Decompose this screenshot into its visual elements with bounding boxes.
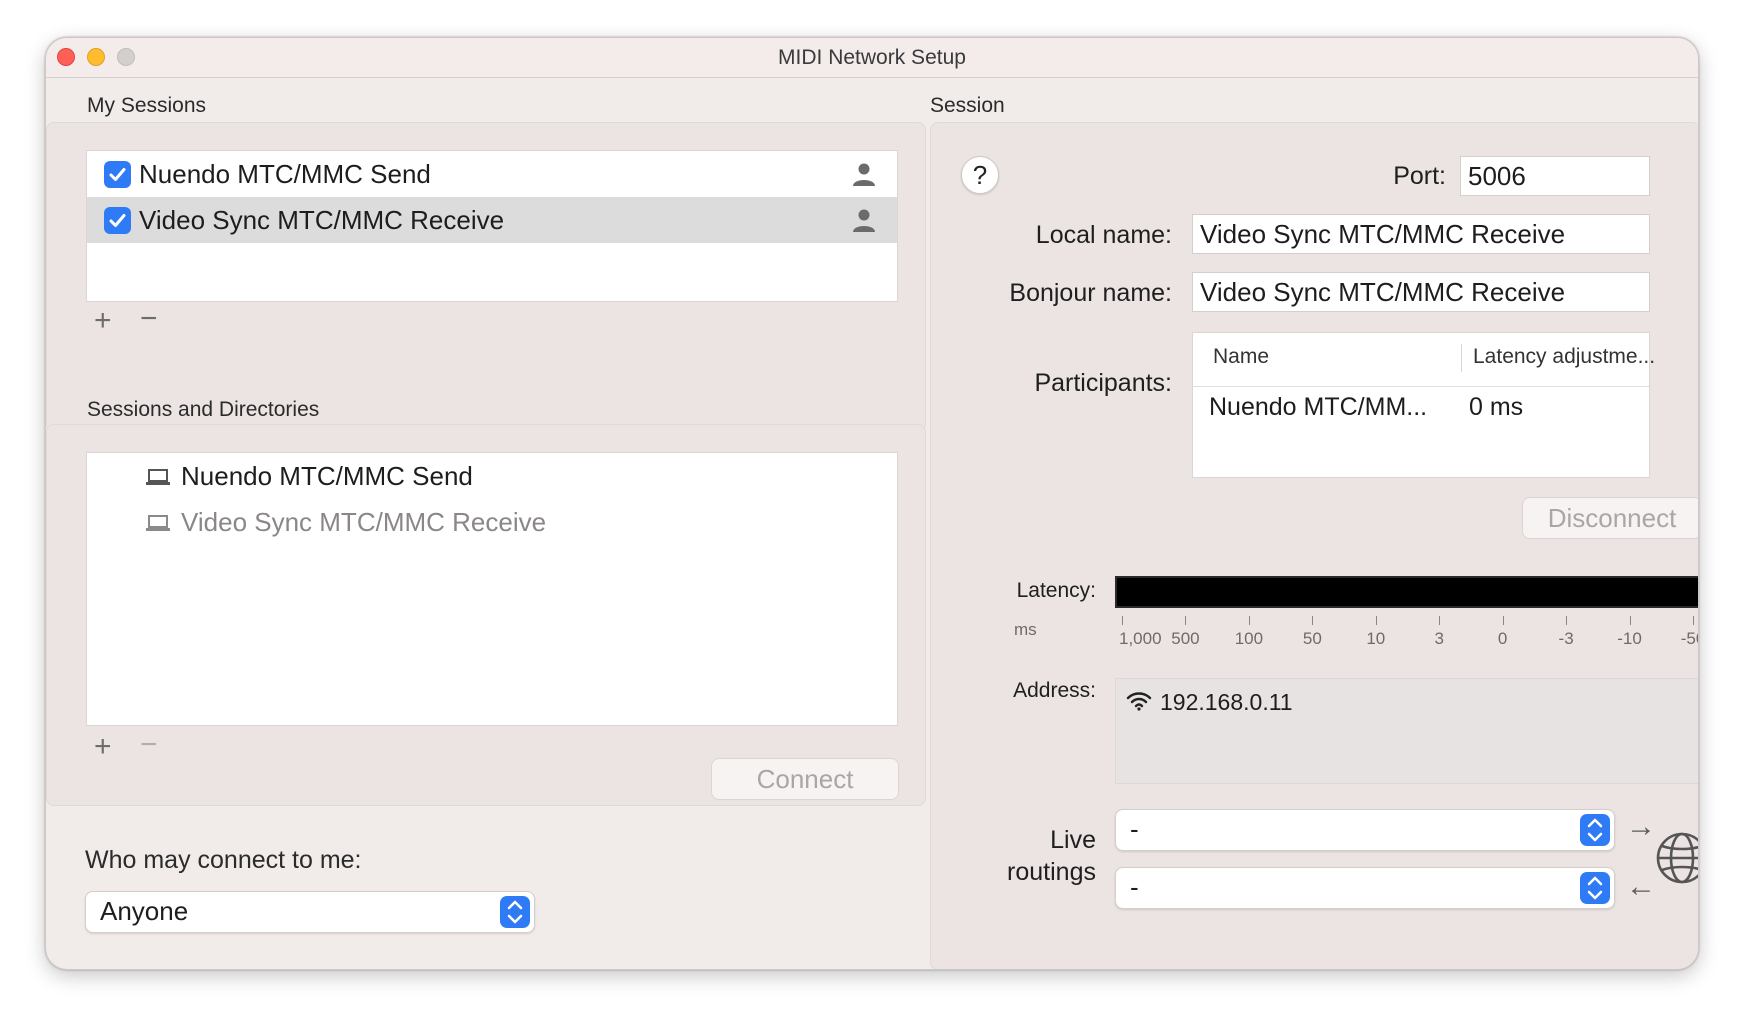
help-button[interactable]: ? <box>961 156 999 194</box>
latency-tick <box>1122 616 1123 625</box>
latency-tick <box>1375 616 1377 625</box>
column-header-latency[interactable]: Latency adjustme... <box>1473 345 1655 369</box>
bonjour-name-label: Bonjour name: <box>1009 279 1172 307</box>
latency-tick-label: 1,000 <box>1119 629 1162 648</box>
session-heading: Session <box>930 94 1005 117</box>
session-enabled-checkbox[interactable] <box>104 161 131 188</box>
who-may-connect-label: Who may connect to me: <box>85 846 362 874</box>
latency-tick-label: 3 <box>1434 629 1444 648</box>
local-name-label: Local name: <box>1035 221 1172 249</box>
latency-tick <box>1566 616 1568 625</box>
checkmark-icon <box>109 214 126 227</box>
latency-tick <box>1185 616 1187 625</box>
latency-tick-label: -50 <box>1680 629 1698 648</box>
person-icon <box>853 163 875 186</box>
column-header-name[interactable]: Name <box>1213 345 1269 369</box>
port-label: Port: <box>1393 162 1446 190</box>
latency-tick-label: 50 <box>1302 629 1322 648</box>
latency-tick <box>1693 616 1694 625</box>
latency-label: Latency: <box>1016 579 1096 602</box>
participant-name[interactable]: Nuendo MTC/MM... <box>1209 393 1427 422</box>
port-field[interactable]: 5006 <box>1460 156 1650 196</box>
globe-icon <box>1656 832 1698 884</box>
disconnect-button[interactable]: Disconnect <box>1522 497 1698 539</box>
latency-tick <box>1248 616 1250 625</box>
who-may-connect-select[interactable]: Anyone <box>85 891 535 933</box>
local-name-field[interactable]: Video Sync MTC/MMC Receive <box>1192 214 1650 254</box>
live-routings-label-line2: routings <box>1007 858 1096 886</box>
session-enabled-checkbox[interactable] <box>104 207 131 234</box>
directory-item-label: Video Sync MTC/MMC Receive <box>181 507 547 537</box>
arrow-left-icon: ← <box>1626 870 1656 903</box>
laptop-icon <box>146 515 170 531</box>
routing-out-select[interactable]: - <box>1115 809 1615 851</box>
column-separator <box>1461 344 1462 372</box>
latency-tick-label: 100 <box>1234 629 1264 648</box>
up-down-chevron-icon <box>500 896 530 928</box>
latency-tick <box>1629 616 1631 625</box>
connect-button[interactable]: Connect <box>711 758 899 800</box>
address-label: Address: <box>1013 679 1096 702</box>
window-title: MIDI Network Setup <box>778 46 966 69</box>
latency-tick-label: 500 <box>1171 629 1200 648</box>
session-name: Nuendo MTC/MMC Send <box>139 159 431 189</box>
latency-unit-label: ms <box>1014 620 1037 639</box>
laptop-icon <box>146 469 170 485</box>
header-divider <box>1193 386 1649 387</box>
live-routings-label-line1: Live <box>1050 826 1096 854</box>
my-sessions-heading: My Sessions <box>87 94 207 117</box>
bonjour-name-field[interactable]: Video Sync MTC/MMC Receive <box>1192 272 1650 312</box>
latency-tick <box>1439 616 1441 625</box>
up-down-chevron-icon <box>1580 872 1610 904</box>
remove-session-button[interactable]: − <box>140 304 158 334</box>
who-may-connect-value: Anyone <box>100 896 189 926</box>
participants-table[interactable]: Name Latency adjustme... Nuendo MTC/MM..… <box>1192 332 1655 478</box>
up-down-chevron-icon <box>1580 814 1610 846</box>
checkmark-icon <box>109 168 126 181</box>
latency-tick-label: 0 <box>1497 629 1508 648</box>
arrow-right-icon: → <box>1626 810 1656 843</box>
routing-out-value: - <box>1130 814 1139 844</box>
add-session-button[interactable]: + <box>94 306 112 336</box>
title-bar: MIDI Network Setup <box>46 38 1698 78</box>
participants-label: Participants: <box>1034 369 1172 397</box>
latency-tick <box>1502 616 1504 625</box>
participant-latency: 0 ms <box>1469 393 1524 421</box>
address-list[interactable]: 192.168.0.11 <box>1115 678 1698 784</box>
sessions-directories-heading: Sessions and Directories <box>87 398 320 421</box>
remove-directory-button[interactable]: − <box>140 730 158 760</box>
session-name: Video Sync MTC/MMC Receive <box>139 205 505 235</box>
directory-item-label: Nuendo MTC/MMC Send <box>181 461 473 491</box>
latency-tick-label: -3 <box>1558 629 1574 648</box>
routing-in-select[interactable]: - <box>1115 867 1615 909</box>
latency-tick-label: -10 <box>1617 629 1642 648</box>
session-row-video-sync[interactable]: Video Sync MTC/MMC Receive <box>87 197 897 243</box>
latency-tick-label: 10 <box>1366 629 1386 648</box>
wifi-icon <box>1126 692 1152 711</box>
person-icon <box>853 209 875 232</box>
midi-network-setup-window: MIDI Network Setup My Sessions Nuendo MT… <box>45 37 1699 970</box>
session-row-nuendo[interactable]: Nuendo MTC/MMC Send <box>87 151 897 197</box>
latency-tick <box>1312 616 1314 625</box>
add-directory-button[interactable]: + <box>94 732 112 762</box>
my-sessions-list[interactable]: Nuendo MTC/MMC Send Video Sync MTC/MMC R… <box>86 150 898 302</box>
routing-in-value: - <box>1130 872 1139 902</box>
address-value: 192.168.0.11 <box>1160 689 1293 715</box>
latency-meter <box>1115 576 1698 608</box>
directories-list[interactable]: Nuendo MTC/MMC Send Video Sync MTC/MMC R… <box>86 452 898 726</box>
